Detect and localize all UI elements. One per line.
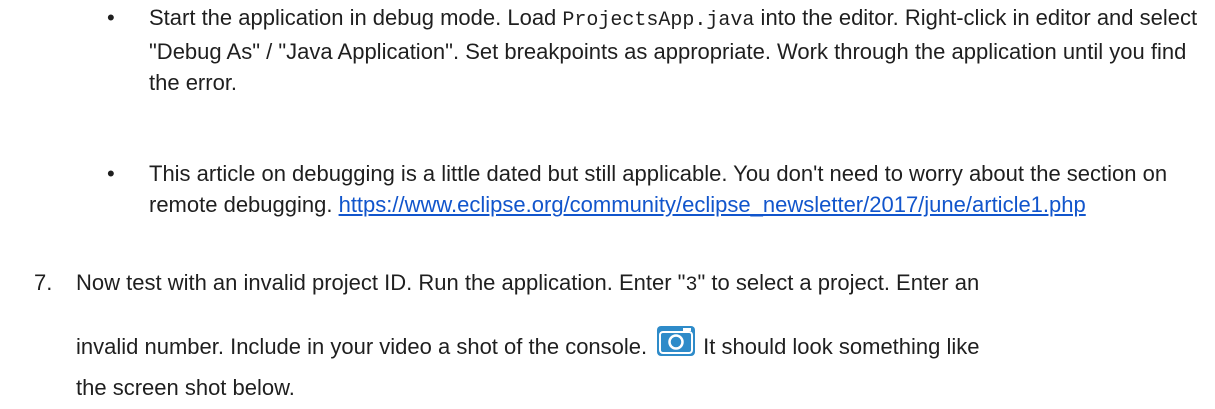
- bullet-text: This article on debugging is a little da…: [149, 161, 1168, 217]
- step-7-text: Now test with an invalid project ID. Run…: [76, 270, 980, 400]
- step-number: 7.: [34, 270, 53, 295]
- bullet-symbol: •: [107, 161, 115, 186]
- code-projectsapp: ProjectsApp.java: [562, 9, 755, 32]
- camera-icon: [657, 326, 696, 356]
- eclipse-article-link[interactable]: https://www.eclipse.org/community/eclips…: [339, 192, 1086, 217]
- code-3: 3: [685, 274, 698, 297]
- bullet-text: Start the application in debug mode. Loa…: [149, 5, 1198, 95]
- bullet-symbol: •: [107, 5, 115, 30]
